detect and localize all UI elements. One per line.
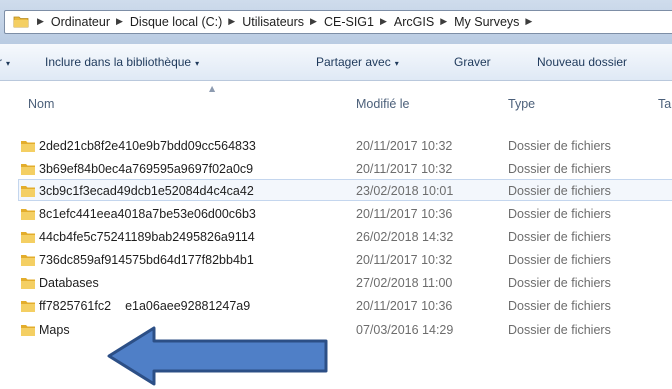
file-modified: 20/11/2017 10:36 <box>356 299 453 313</box>
file-type: Dossier de fichiers <box>508 253 611 267</box>
folder-icon <box>20 161 36 179</box>
list-item[interactable]: 736dc859af914575bd64d177f82bb4b1 20/11/2… <box>18 248 672 270</box>
file-modified: 26/02/2018 14:32 <box>356 230 454 244</box>
chevron-down-icon: ▾ <box>195 59 200 68</box>
file-name: 44cb4fe5c75241189bab2495826a9114 <box>39 230 255 244</box>
breadcrumb-arcgis[interactable]: ▶ ArcGIS <box>374 11 434 33</box>
new-folder-button[interactable]: Nouveau dossier <box>537 55 627 69</box>
file-modified: 27/02/2018 11:00 <box>356 276 453 290</box>
column-header-size[interactable]: Ta <box>658 97 671 111</box>
chevron-right-icon[interactable]: ▶ <box>310 17 317 27</box>
file-name: 3b69ef84b0ec4a769595a9697f02a0c9 <box>39 162 254 176</box>
breadcrumb-my-surveys[interactable]: ▶ My Surveys ▶ <box>434 11 539 33</box>
list-item[interactable]: 2ded21cb8f2e410e9b7bdd09cc564833 20/11/2… <box>18 134 672 156</box>
file-modified: 23/02/2018 10:01 <box>356 184 454 198</box>
share-with-button[interactable]: Partager avec ▾ <box>316 55 399 69</box>
file-name: Maps <box>39 323 70 337</box>
file-name: 2ded21cb8f2e410e9b7bdd09cc564833 <box>39 139 256 153</box>
file-type: Dossier de fichiers <box>508 230 611 244</box>
file-modified: 20/11/2017 10:32 <box>356 162 453 176</box>
folder-icon <box>20 252 36 270</box>
folder-icon <box>20 275 36 293</box>
file-name: ff7825761fc2 e1a06aee92881247a9 <box>39 299 251 313</box>
folder-icon <box>13 14 29 31</box>
file-type: Dossier de fichiers <box>508 139 611 153</box>
list-item[interactable]: 8c1efc441eea4018a7be53e06d00c6b3 20/11/2… <box>18 202 672 224</box>
chevron-right-icon[interactable]: ▶ <box>525 17 532 27</box>
list-item[interactable]: ff7825761fc2 e1a06aee92881247a9 20/11/201… <box>18 294 672 316</box>
folder-icon <box>20 229 36 247</box>
file-type: Dossier de fichiers <box>508 299 611 313</box>
command-bar: r▾ Inclure dans la bibliothèque▾ Partage… <box>0 44 672 81</box>
folder-icon <box>20 138 36 156</box>
burn-button[interactable]: Graver <box>454 55 491 69</box>
include-in-library-button[interactable]: Inclure dans la bibliothèque ▾ <box>45 55 199 69</box>
file-name: 3cb9c1f3ecad49dcb1e52084d4c4ca42 <box>39 184 254 198</box>
column-header-type[interactable]: Type <box>508 97 535 111</box>
address-bar[interactable]: ▶ Ordinateur ▶ Disque local (C:) ▶ Utili… <box>4 10 672 34</box>
breadcrumb-disque-local[interactable]: ▶ Disque local (C:) <box>110 11 222 33</box>
chevron-right-icon[interactable]: ▶ <box>37 17 44 27</box>
file-name: 8c1efc441eea4018a7be53e06d00c6b3 <box>39 207 256 221</box>
file-modified: 20/11/2017 10:32 <box>356 253 453 267</box>
folder-icon <box>20 206 36 224</box>
file-modified: 20/11/2017 10:36 <box>356 207 453 221</box>
sort-ascending-icon: ▲ <box>209 84 216 93</box>
breadcrumb-ordinateur[interactable]: ▶ Ordinateur <box>31 11 110 33</box>
breadcrumb-ce-sig1[interactable]: ▶ CE-SIG1 <box>304 11 374 33</box>
file-type: Dossier de fichiers <box>508 276 611 290</box>
chevron-right-icon[interactable]: ▶ <box>228 17 235 27</box>
chevron-right-icon[interactable]: ▶ <box>380 17 387 27</box>
chevron-down-icon: ▾ <box>394 59 399 68</box>
file-type: Dossier de fichiers <box>508 207 611 221</box>
file-type: Dossier de fichiers <box>508 162 611 176</box>
file-name: Databases <box>39 276 99 290</box>
breadcrumb-utilisateurs[interactable]: ▶ Utilisateurs <box>222 11 304 33</box>
folder-icon <box>20 322 36 340</box>
list-item[interactable]: 44cb4fe5c75241189bab2495826a9114 26/02/2… <box>18 225 672 247</box>
column-header-modified[interactable]: Modifié le <box>356 97 410 111</box>
organize-menu-partial[interactable]: r▾ <box>0 55 10 69</box>
address-bar-area: ▶ Ordinateur ▶ Disque local (C:) ▶ Utili… <box>0 0 672 44</box>
folder-icon <box>20 298 36 316</box>
chevron-down-icon: ▾ <box>6 59 11 68</box>
file-modified: 07/03/2016 14:29 <box>356 323 454 337</box>
chevron-right-icon[interactable]: ▶ <box>116 17 123 27</box>
file-type: Dossier de fichiers <box>508 184 611 198</box>
file-modified: 20/11/2017 10:32 <box>356 139 453 153</box>
list-item-selected[interactable]: 3cb9c1f3ecad49dcb1e52084d4c4ca42 23/02/2… <box>18 179 672 201</box>
chevron-right-icon[interactable]: ▶ <box>440 17 447 27</box>
file-name: 736dc859af914575bd64d177f82bb4b1 <box>39 253 254 267</box>
file-type: Dossier de fichiers <box>508 323 611 337</box>
column-header-name[interactable]: Nom <box>28 97 54 111</box>
folder-icon <box>20 183 36 201</box>
arrow-left-icon <box>107 326 328 386</box>
list-item[interactable]: Databases 27/02/2018 11:00 Dossier de fi… <box>18 271 672 293</box>
list-item[interactable]: 3b69ef84b0ec4a769595a9697f02a0c9 20/11/2… <box>18 157 672 179</box>
